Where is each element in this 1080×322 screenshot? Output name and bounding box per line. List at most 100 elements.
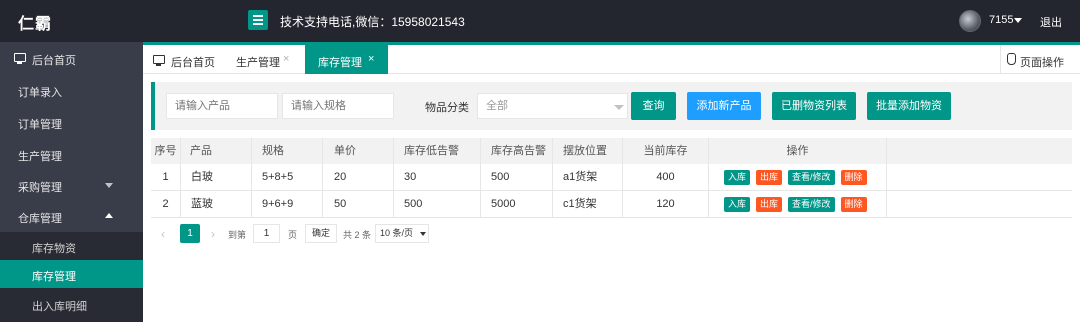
query-button[interactable]: 查询	[631, 92, 676, 120]
sidebar-item-label: 库存管理	[32, 271, 76, 283]
cell-actions: 入库 出库 查看/修改 删除	[709, 164, 887, 190]
column-header: 规格	[252, 138, 323, 164]
stock-in-button[interactable]: 入库	[724, 196, 751, 212]
sidebar-subitem-inout-details[interactable]: 出入库明细	[0, 290, 143, 318]
page-unit-label: 页	[288, 230, 298, 240]
cell-index: 2	[151, 191, 181, 217]
sidebar-item-label: 后台首页	[32, 55, 76, 67]
sidebar-item-label: 订单管理	[18, 119, 62, 131]
sidebar-item-home[interactable]: 后台首页	[0, 42, 143, 74]
page-operations-label: 页面操作	[1020, 57, 1064, 69]
batch-add-button[interactable]: 批量添加物资	[867, 92, 951, 120]
monitor-icon	[153, 55, 165, 66]
avatar[interactable]	[959, 10, 981, 32]
cell-high-alert: 5000	[481, 191, 553, 217]
support-contact: 技术支持电话,微信：15958021543	[280, 15, 465, 29]
sidebar-item-label: 生产管理	[18, 151, 62, 163]
tab-label: 后台首页	[171, 57, 215, 69]
cell-location: c1货架	[553, 191, 623, 217]
product-search-input[interactable]	[166, 93, 278, 119]
column-header: 当前库存	[623, 138, 709, 164]
column-header: 库存低告警	[394, 138, 481, 164]
hamburger-icon-line	[253, 23, 263, 25]
hamburger-icon	[253, 15, 263, 17]
chevron-down-icon	[105, 183, 113, 188]
page-operations-button[interactable]: 页面操作	[1000, 45, 1080, 74]
chevron-down-icon	[614, 105, 624, 110]
cell-current-stock: 120	[623, 191, 709, 217]
delete-button[interactable]: 删除	[840, 196, 867, 212]
tab-home[interactable]: 后台首页	[143, 45, 221, 74]
confirm-page-button[interactable]: 确定	[305, 224, 337, 243]
cell-low-alert: 30	[394, 164, 481, 190]
page-number-input[interactable]: 1	[253, 224, 280, 243]
cell-actions: 入库 出库 查看/修改 删除	[709, 191, 887, 217]
add-product-button[interactable]: 添加新产品	[687, 92, 761, 120]
total-count: 共 2 条	[343, 230, 372, 240]
category-select[interactable]: 全部	[477, 93, 628, 119]
tab-label: 库存管理	[318, 57, 362, 69]
page-1-button[interactable]: 1	[180, 224, 200, 243]
stock-out-button[interactable]: 出库	[756, 196, 783, 212]
cell-current-stock: 400	[623, 164, 709, 190]
prev-page-icon[interactable]: ‹	[161, 227, 165, 241]
cell-product: 蓝玻	[181, 191, 252, 217]
table-row[interactable]: 1 白玻 5+8+5 20 30 500 a1货架 400 入库 出库 查看/修改删…	[151, 164, 1072, 191]
hamburger-icon-line	[253, 19, 263, 21]
sidebar-item-order-management[interactable]: 订单管理	[0, 106, 143, 138]
page-size-value: 10 条/页	[380, 228, 414, 238]
logout-link[interactable]: 退出	[1040, 14, 1062, 30]
view-edit-button[interactable]: 查看/修改	[788, 196, 835, 212]
view-edit-button[interactable]: 查看/修改	[788, 169, 835, 185]
brand-logo[interactable]: 仁霸	[18, 10, 52, 34]
sidebar-subitem-stock-items[interactable]: 库存物资	[0, 232, 143, 260]
cell-price: 20	[323, 164, 394, 190]
deleted-items-button[interactable]: 已删物资列表	[772, 92, 856, 120]
category-label: 物品分类	[425, 102, 469, 114]
tab-stock-management[interactable]: 库存管理 ×	[305, 45, 388, 74]
sidebar-item-label: 出入库明细	[32, 301, 87, 313]
tab-production[interactable]: 生产管理 ×	[223, 45, 303, 74]
table-header: 序号 产品 规格 单价 库存低告警 库存高告警 摆放位置 当前库存 操作	[151, 138, 1072, 164]
tab-bar: 后台首页 生产管理 × 库存管理 × 页面操作	[143, 45, 1080, 74]
column-header: 摆放位置	[553, 138, 623, 164]
sidebar-subitem-stock-management[interactable]: 库存管理	[0, 260, 143, 288]
stock-out-button[interactable]: 出库	[756, 169, 783, 185]
close-icon[interactable]: ×	[368, 53, 374, 65]
filter-bar: 物品分类 全部 查询 添加新产品 已删物资列表 批量添加物资	[151, 82, 1072, 130]
pagination: ‹ 1 › 到第 1 页 确定 共 2 条 10 条/页	[151, 222, 1072, 246]
column-header: 序号	[151, 138, 181, 164]
column-header: 操作	[709, 138, 887, 164]
main-content: 后台首页 生产管理 × 库存管理 × 页面操作 物品分类 全部 查询 添加新产品…	[143, 42, 1080, 322]
sidebar-item-warehouse[interactable]: 仓库管理	[0, 200, 143, 232]
chevron-down-icon[interactable]	[1014, 18, 1022, 23]
top-header: 仁霸 技术支持电话,微信：15958021543 7155 退出	[0, 0, 1080, 42]
sidebar-item-label: 订单录入	[18, 87, 62, 99]
cell-location: a1货架	[553, 164, 623, 190]
pointer-hand-icon	[1007, 53, 1016, 65]
tab-label: 生产管理	[236, 57, 280, 69]
sidebar-item-purchasing[interactable]: 采购管理	[0, 169, 143, 201]
sidebar-item-production[interactable]: 生产管理	[0, 138, 143, 170]
sidebar-item-label: 采购管理	[18, 182, 62, 194]
next-page-icon[interactable]: ›	[211, 227, 215, 241]
monitor-icon	[14, 53, 26, 64]
category-select-value: 全部	[486, 100, 508, 112]
cell-price: 50	[323, 191, 394, 217]
close-icon[interactable]: ×	[283, 53, 289, 65]
table-row[interactable]: 2 蓝玻 9+6+9 50 500 5000 c1货架 120 入库 出库 查看/修…	[151, 191, 1072, 218]
spec-search-input[interactable]	[282, 93, 394, 119]
warehouse-submenu: 库存物资 库存管理 出入库明细	[0, 232, 143, 322]
page-size-select[interactable]: 10 条/页	[375, 224, 429, 243]
column-header: 单价	[323, 138, 394, 164]
sidebar-item-label: 仓库管理	[18, 213, 62, 225]
stock-in-button[interactable]: 入库	[724, 169, 751, 185]
delete-button[interactable]: 删除	[840, 169, 867, 185]
sidebar-item-order-entry[interactable]: 订单录入	[0, 74, 143, 106]
sidebar-item-label: 库存物资	[32, 243, 76, 255]
menu-toggle-button[interactable]	[248, 10, 268, 30]
cell-low-alert: 500	[394, 191, 481, 217]
cell-high-alert: 500	[481, 164, 553, 190]
sidebar: 后台首页 订单录入 订单管理 生产管理 采购管理 仓库管理 库存物资 库存管理 …	[0, 42, 143, 322]
username[interactable]: 7155	[989, 14, 1013, 26]
